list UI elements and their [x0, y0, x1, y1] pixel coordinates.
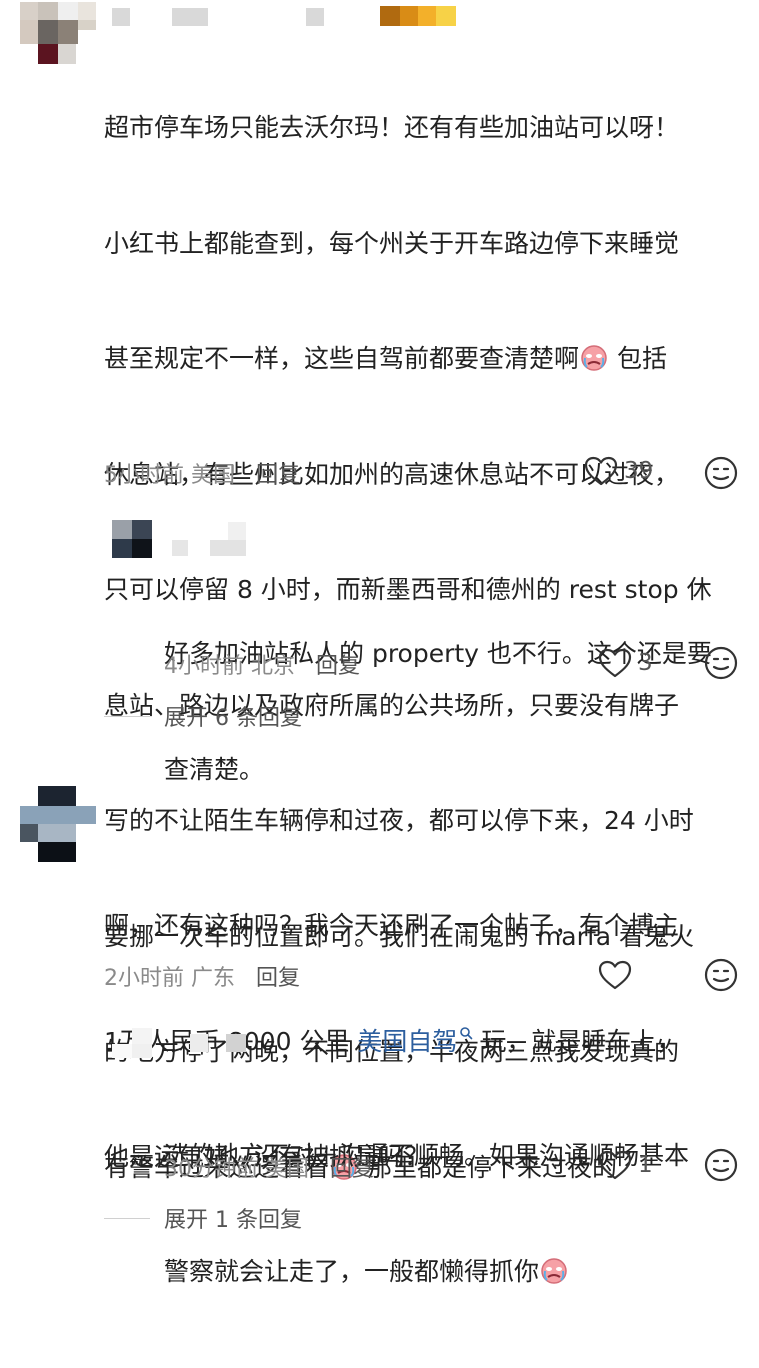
- comment-meta: 2小时前 广东 回复: [104, 960, 300, 992]
- smiley-reaction-icon[interactable]: [704, 958, 738, 992]
- heart-outline-icon: [598, 960, 632, 990]
- username[interactable]: [112, 8, 130, 26]
- smiley-reaction-icon[interactable]: [704, 1148, 738, 1182]
- comment-time: 5小时前: [104, 463, 184, 488]
- comment-meta: 4小时前 北京 回复: [164, 648, 360, 680]
- username[interactable]: [172, 8, 208, 26]
- username[interactable]: [190, 1034, 208, 1052]
- heart-outline-icon: [598, 648, 632, 678]
- user-badge: [380, 6, 456, 26]
- avatar[interactable]: [112, 1028, 152, 1058]
- comment-time: 4小时前: [164, 654, 244, 679]
- smiley-reaction-icon[interactable]: [704, 456, 738, 490]
- comment-time: 2小时前: [104, 966, 184, 991]
- expand-replies[interactable]: 展开 1 条回复: [104, 1202, 302, 1234]
- divider: [104, 715, 150, 717]
- crying-face-emoji: [581, 345, 607, 371]
- like-count: 3: [638, 650, 653, 676]
- like-button[interactable]: 39: [584, 456, 653, 486]
- like-button[interactable]: 1: [598, 1150, 653, 1180]
- reply-button[interactable]: 回复: [256, 966, 300, 991]
- avatar[interactable]: [20, 786, 96, 862]
- like-count: 1: [638, 1152, 653, 1178]
- expand-replies[interactable]: 展开 6 条回复: [104, 700, 302, 732]
- comment-location: 美国: [265, 1157, 310, 1182]
- expand-replies-label: 展开 6 条回复: [164, 706, 302, 731]
- comment-location: 广东: [191, 966, 236, 991]
- avatar[interactable]: [112, 520, 152, 558]
- username[interactable]: [172, 540, 188, 556]
- like-button[interactable]: [598, 960, 638, 990]
- divider: [104, 1217, 150, 1219]
- smiley-reaction-icon[interactable]: [704, 646, 738, 680]
- comment-location: 北京: [251, 654, 296, 679]
- username[interactable]: [210, 540, 246, 556]
- username[interactable]: [228, 522, 246, 540]
- like-count: 39: [624, 458, 654, 484]
- comment-meta: 30分钟前 美国 回复: [164, 1151, 374, 1183]
- comment-meta: 5小时前 美国 回复: [104, 457, 300, 489]
- expand-replies-label: 展开 1 条回复: [164, 1208, 302, 1233]
- reply-button[interactable]: 回复: [330, 1157, 374, 1182]
- avatar[interactable]: [20, 2, 96, 64]
- heart-outline-icon: [584, 456, 618, 486]
- crying-face-emoji: [541, 1257, 567, 1284]
- reply-button[interactable]: 回复: [316, 654, 360, 679]
- reply-button[interactable]: 回复: [256, 463, 300, 488]
- comment-time: 30分钟前: [164, 1157, 258, 1182]
- username[interactable]: [226, 1034, 246, 1052]
- comment-location: 美国: [191, 463, 236, 488]
- topic-tag-link[interactable]: 美国自驾: [357, 1027, 473, 1056]
- username[interactable]: [306, 8, 324, 26]
- search-tag-icon: [460, 1026, 473, 1039]
- heart-outline-icon: [598, 1150, 632, 1180]
- like-button[interactable]: 3: [598, 648, 653, 678]
